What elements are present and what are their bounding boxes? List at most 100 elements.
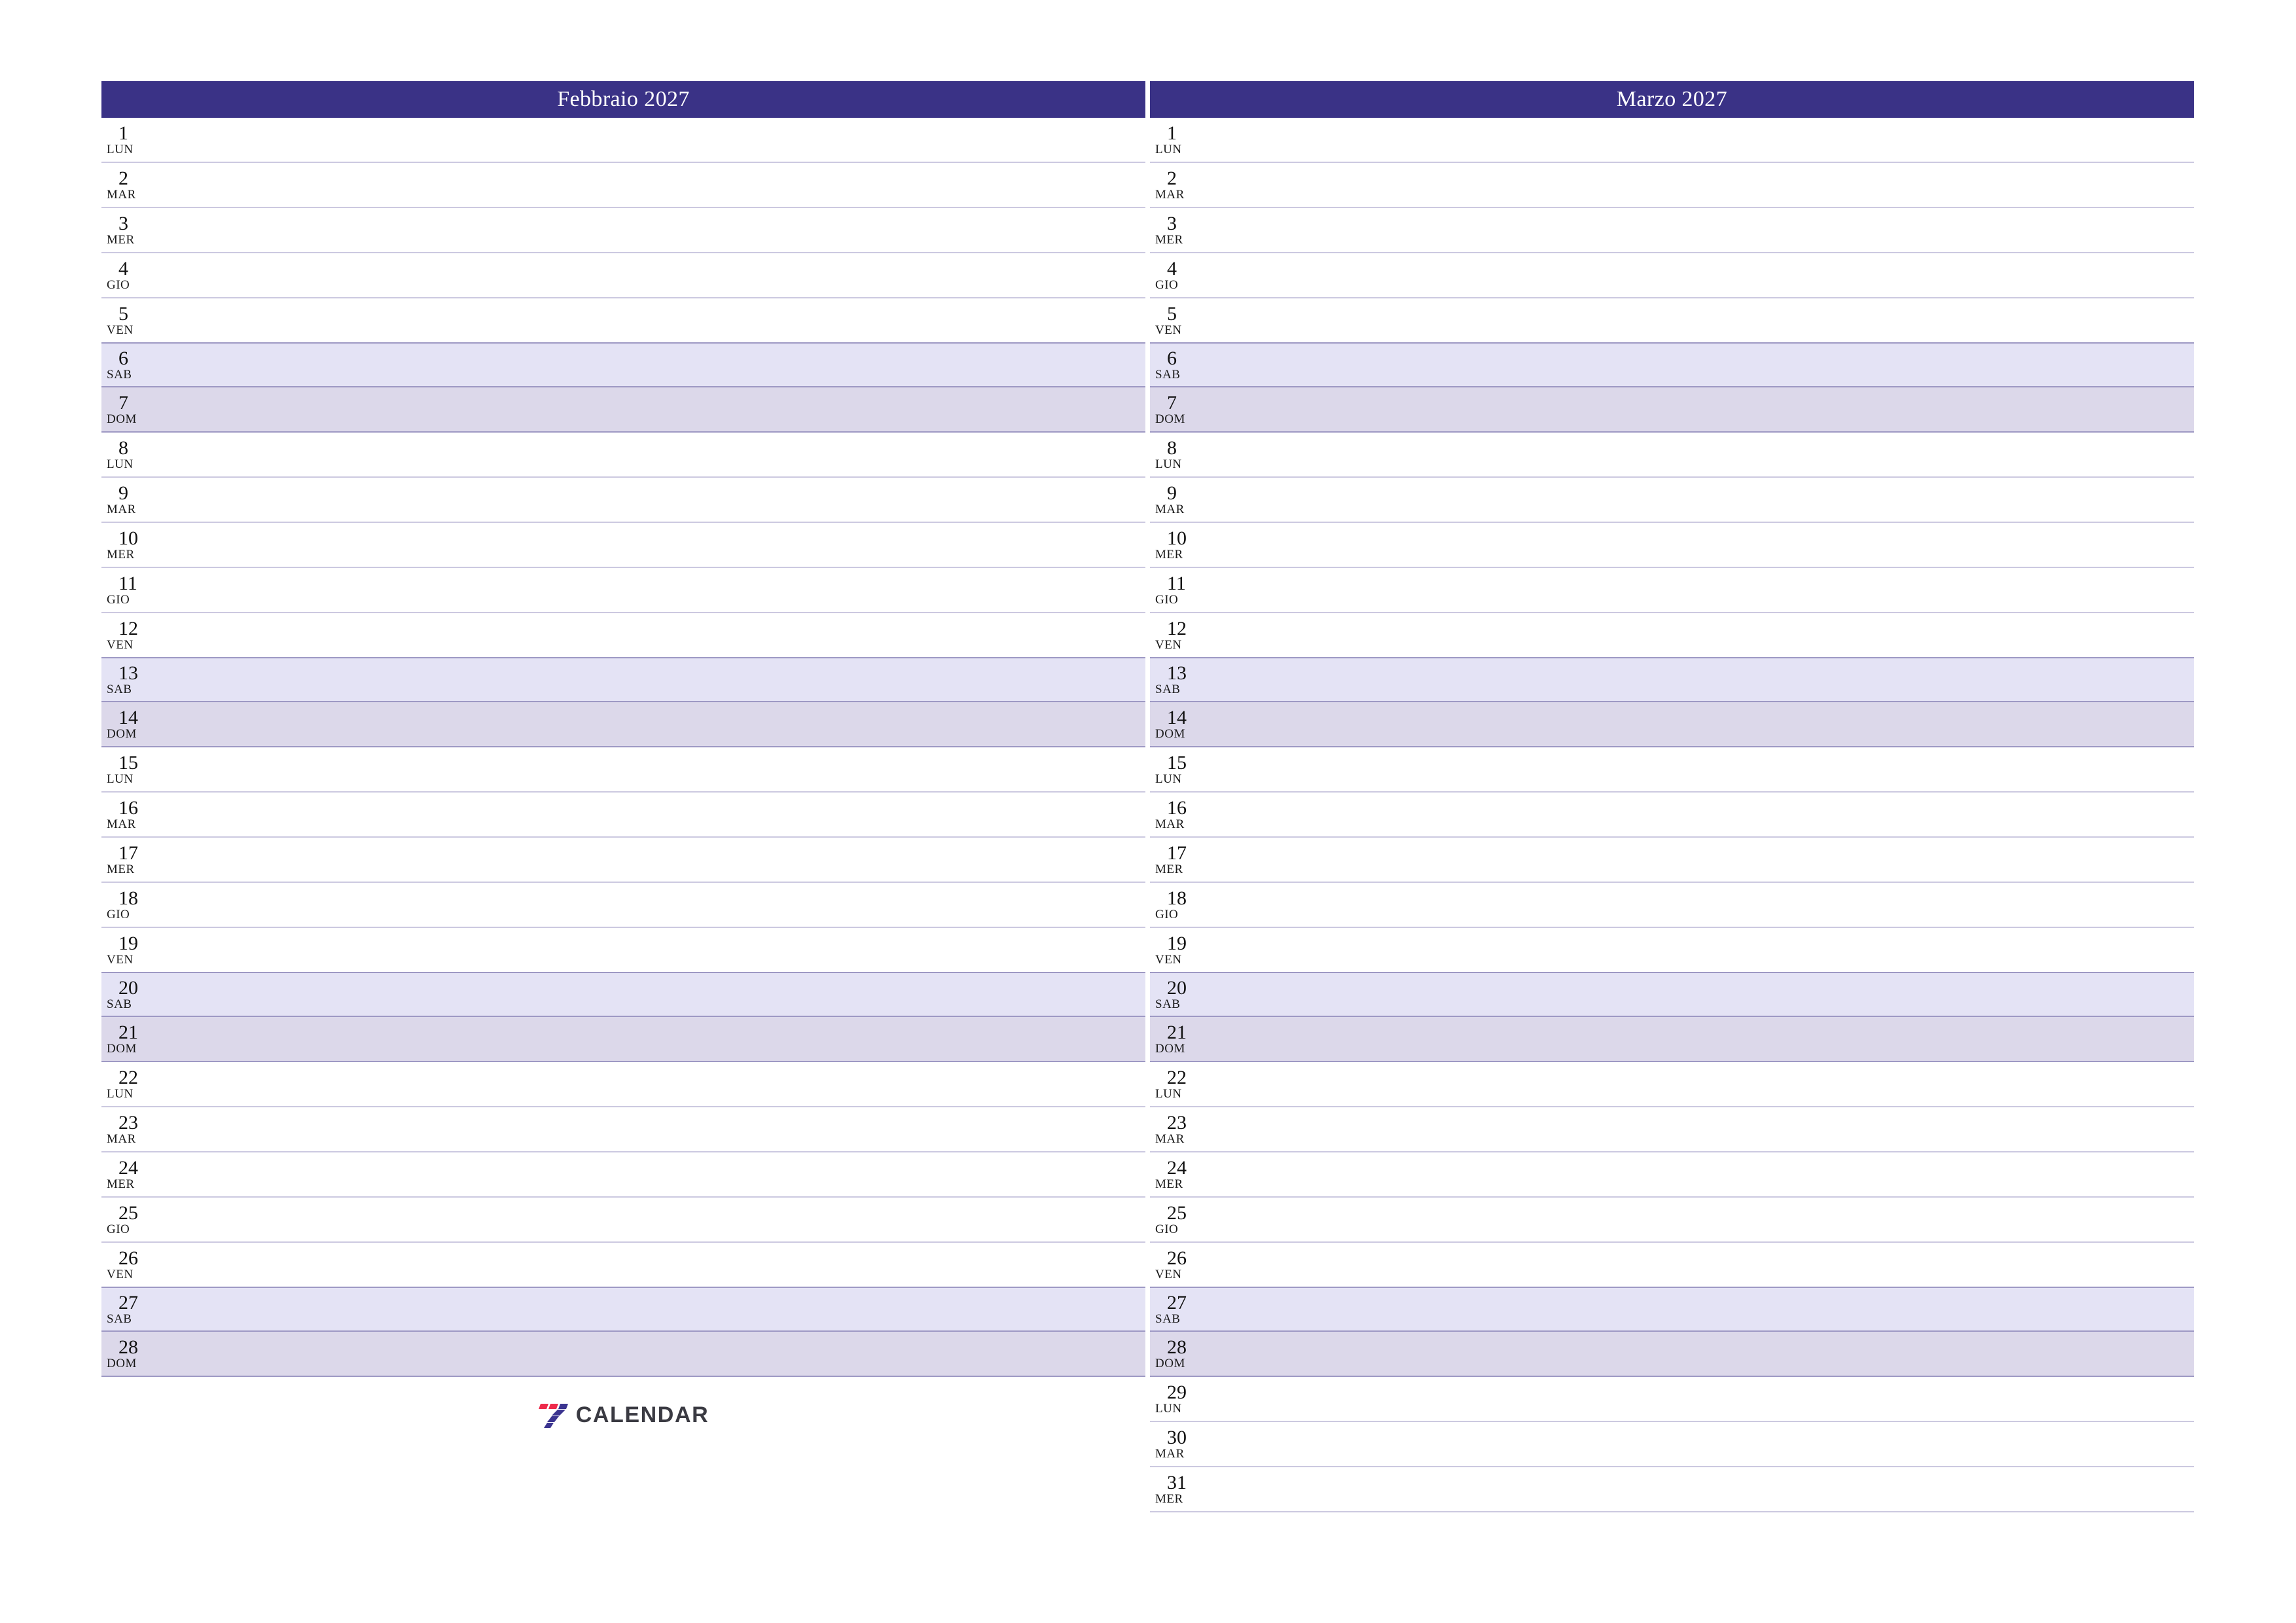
day-abbreviation: DOM: [107, 412, 137, 427]
day-row[interactable]: 25 GIO: [1150, 1198, 2194, 1243]
day-abbreviation: SAB: [107, 683, 132, 697]
day-number: 11: [1167, 572, 1186, 594]
day-abbreviation: DOM: [1155, 727, 1185, 741]
day-number: 14: [118, 706, 138, 728]
day-row[interactable]: 7 DOM: [101, 387, 1145, 433]
day-abbreviation: MER: [1155, 1492, 1183, 1507]
day-row[interactable]: 8 LUN: [101, 433, 1145, 478]
day-row[interactable]: 15 LUN: [1150, 747, 2194, 793]
day-row[interactable]: 3 MER: [1150, 208, 2194, 253]
day-row[interactable]: 23 MAR: [101, 1107, 1145, 1152]
day-number: 16: [118, 796, 138, 819]
day-row[interactable]: 24 MER: [1150, 1152, 2194, 1198]
day-row[interactable]: 21 DOM: [1150, 1017, 2194, 1062]
day-row[interactable]: 19 VEN: [101, 928, 1145, 973]
day-number: 9: [1167, 482, 1177, 504]
day-number: 10: [1167, 527, 1187, 549]
day-row[interactable]: 4 GIO: [101, 253, 1145, 298]
day-row[interactable]: 2 MAR: [1150, 163, 2194, 208]
day-row[interactable]: 5 VEN: [1150, 298, 2194, 344]
day-abbreviation: GIO: [1155, 278, 1179, 293]
day-row[interactable]: 13 SAB: [101, 657, 1145, 702]
day-row[interactable]: 28 DOM: [1150, 1332, 2194, 1377]
day-number: 16: [1167, 796, 1187, 819]
day-row[interactable]: 5 VEN: [101, 298, 1145, 344]
day-row[interactable]: 1 LUN: [1150, 118, 2194, 163]
day-abbreviation: MER: [107, 863, 135, 877]
brand-logo-text: CALENDAR: [575, 1402, 709, 1427]
day-row[interactable]: 27 SAB: [101, 1287, 1145, 1332]
day-number: 22: [118, 1066, 138, 1088]
day-row[interactable]: 21 DOM: [101, 1017, 1145, 1062]
day-row[interactable]: 20 SAB: [1150, 972, 2194, 1017]
day-number: 2: [1167, 167, 1177, 189]
day-row[interactable]: 17 MER: [101, 838, 1145, 883]
day-row[interactable]: 2 MAR: [101, 163, 1145, 208]
day-row[interactable]: 26 VEN: [1150, 1243, 2194, 1288]
day-number: 13: [118, 662, 138, 684]
day-row[interactable]: 11 GIO: [101, 568, 1145, 613]
day-row[interactable]: 23 MAR: [1150, 1107, 2194, 1152]
day-row[interactable]: 1 LUN: [101, 118, 1145, 163]
day-number: 17: [1167, 842, 1187, 864]
day-abbreviation: MER: [1155, 863, 1183, 877]
day-abbreviation: LUN: [107, 1087, 134, 1101]
day-row[interactable]: 11 GIO: [1150, 568, 2194, 613]
day-row[interactable]: 10 MER: [1150, 523, 2194, 568]
day-number: 6: [1167, 347, 1177, 369]
day-row[interactable]: 7 DOM: [1150, 387, 2194, 433]
day-row[interactable]: 9 MAR: [1150, 478, 2194, 523]
day-row[interactable]: 6 SAB: [1150, 342, 2194, 387]
day-number: 1: [118, 122, 128, 144]
day-number: 4: [1167, 257, 1177, 279]
day-row[interactable]: 24 MER: [101, 1152, 1145, 1198]
day-row[interactable]: 19 VEN: [1150, 928, 2194, 973]
day-row[interactable]: 22 LUN: [101, 1062, 1145, 1107]
day-row[interactable]: 10 MER: [101, 523, 1145, 568]
day-abbreviation: GIO: [107, 1222, 130, 1237]
day-row[interactable]: 6 SAB: [101, 342, 1145, 387]
day-row[interactable]: 18 GIO: [1150, 883, 2194, 928]
calendar-planner: Febbraio 2027 1 LUN 2 MAR 3 MER 4 GIO 5 VEN 6 SAB 7 D…: [101, 81, 2194, 1547]
day-abbreviation: MAR: [107, 1132, 136, 1147]
day-number: 27: [1167, 1291, 1187, 1313]
day-abbreviation: VEN: [107, 638, 134, 652]
day-abbreviation: LUN: [107, 143, 134, 157]
day-row[interactable]: 25 GIO: [101, 1198, 1145, 1243]
day-row[interactable]: 26 VEN: [101, 1243, 1145, 1288]
day-row[interactable]: 31 MER: [1150, 1467, 2194, 1512]
day-row[interactable]: 9 MAR: [101, 478, 1145, 523]
day-row[interactable]: 16 MAR: [101, 793, 1145, 838]
day-row[interactable]: 17 MER: [1150, 838, 2194, 883]
day-row[interactable]: 20 SAB: [101, 972, 1145, 1017]
day-number: 19: [1167, 932, 1187, 954]
day-number: 12: [1167, 617, 1187, 639]
day-row[interactable]: 14 DOM: [101, 702, 1145, 747]
day-abbreviation: MER: [107, 1177, 135, 1192]
day-row[interactable]: 14 DOM: [1150, 702, 2194, 747]
day-row[interactable]: 8 LUN: [1150, 433, 2194, 478]
day-row[interactable]: 12 VEN: [101, 613, 1145, 658]
day-row[interactable]: 12 VEN: [1150, 613, 2194, 658]
day-number: 11: [118, 572, 137, 594]
day-row[interactable]: 30 MAR: [1150, 1422, 2194, 1467]
day-abbreviation: VEN: [1155, 638, 1182, 652]
day-abbreviation: LUN: [1155, 772, 1182, 787]
day-row[interactable]: 22 LUN: [1150, 1062, 2194, 1107]
day-row[interactable]: 29 LUN: [1150, 1377, 2194, 1422]
day-row[interactable]: 15 LUN: [101, 747, 1145, 793]
day-abbreviation: SAB: [107, 1312, 132, 1327]
day-row[interactable]: 4 GIO: [1150, 253, 2194, 298]
day-number: 26: [1167, 1247, 1187, 1269]
day-number: 10: [118, 527, 138, 549]
day-row[interactable]: 27 SAB: [1150, 1287, 2194, 1332]
day-abbreviation: VEN: [107, 323, 134, 338]
day-abbreviation: MER: [1155, 548, 1183, 562]
day-row[interactable]: 13 SAB: [1150, 657, 2194, 702]
day-row[interactable]: 3 MER: [101, 208, 1145, 253]
day-row[interactable]: 18 GIO: [101, 883, 1145, 928]
day-number: 23: [1167, 1111, 1187, 1133]
day-row[interactable]: 16 MAR: [1150, 793, 2194, 838]
day-row[interactable]: 28 DOM: [101, 1332, 1145, 1377]
day-number: 22: [1167, 1066, 1187, 1088]
